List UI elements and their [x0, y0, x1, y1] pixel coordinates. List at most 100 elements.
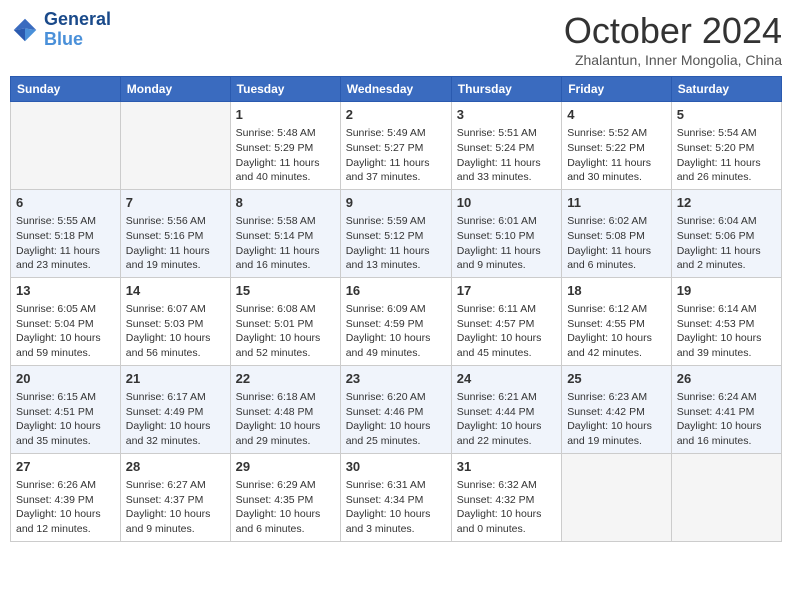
daylight-text: Daylight: 10 hours and 0 minutes. [457, 507, 556, 536]
sunrise-text: Sunrise: 6:26 AM [16, 478, 115, 493]
daylight-text: Daylight: 11 hours and 40 minutes. [236, 156, 335, 185]
daylight-text: Daylight: 10 hours and 32 minutes. [126, 419, 225, 448]
calendar-week-row: 1Sunrise: 5:48 AMSunset: 5:29 PMDaylight… [11, 102, 782, 190]
calendar-header-row: SundayMondayTuesdayWednesdayThursdayFrid… [11, 77, 782, 102]
sunrise-text: Sunrise: 5:52 AM [567, 126, 666, 141]
day-number: 1 [236, 106, 335, 124]
sunset-text: Sunset: 5:03 PM [126, 317, 225, 332]
calendar-cell: 11Sunrise: 6:02 AMSunset: 5:08 PMDayligh… [562, 189, 672, 277]
day-number: 31 [457, 458, 556, 476]
sunrise-text: Sunrise: 6:24 AM [677, 390, 776, 405]
day-number: 9 [346, 194, 446, 212]
daylight-text: Daylight: 10 hours and 42 minutes. [567, 331, 666, 360]
daylight-text: Daylight: 10 hours and 52 minutes. [236, 331, 335, 360]
sunrise-text: Sunrise: 6:01 AM [457, 214, 556, 229]
calendar-cell [562, 453, 672, 541]
sunset-text: Sunset: 5:14 PM [236, 229, 335, 244]
sunrise-text: Sunrise: 5:54 AM [677, 126, 776, 141]
calendar-cell: 29Sunrise: 6:29 AMSunset: 4:35 PMDayligh… [230, 453, 340, 541]
sunset-text: Sunset: 4:44 PM [457, 405, 556, 420]
sunrise-text: Sunrise: 6:02 AM [567, 214, 666, 229]
calendar-cell: 22Sunrise: 6:18 AMSunset: 4:48 PMDayligh… [230, 365, 340, 453]
sunset-text: Sunset: 4:55 PM [567, 317, 666, 332]
sunrise-text: Sunrise: 5:59 AM [346, 214, 446, 229]
daylight-text: Daylight: 11 hours and 19 minutes. [126, 244, 225, 273]
sunset-text: Sunset: 4:42 PM [567, 405, 666, 420]
daylight-text: Daylight: 10 hours and 39 minutes. [677, 331, 776, 360]
sunrise-text: Sunrise: 6:05 AM [16, 302, 115, 317]
calendar-cell: 24Sunrise: 6:21 AMSunset: 4:44 PMDayligh… [451, 365, 561, 453]
sunrise-text: Sunrise: 6:18 AM [236, 390, 335, 405]
location: Zhalantun, Inner Mongolia, China [564, 52, 782, 68]
sunrise-text: Sunrise: 5:55 AM [16, 214, 115, 229]
sunset-text: Sunset: 4:46 PM [346, 405, 446, 420]
day-number: 6 [16, 194, 115, 212]
daylight-text: Daylight: 10 hours and 35 minutes. [16, 419, 115, 448]
daylight-text: Daylight: 11 hours and 33 minutes. [457, 156, 556, 185]
sunrise-text: Sunrise: 6:12 AM [567, 302, 666, 317]
day-number: 18 [567, 282, 666, 300]
sunrise-text: Sunrise: 6:15 AM [16, 390, 115, 405]
header-sunday: Sunday [11, 77, 121, 102]
sunset-text: Sunset: 5:10 PM [457, 229, 556, 244]
daylight-text: Daylight: 10 hours and 19 minutes. [567, 419, 666, 448]
day-number: 21 [126, 370, 225, 388]
sunset-text: Sunset: 4:48 PM [236, 405, 335, 420]
calendar-week-row: 27Sunrise: 6:26 AMSunset: 4:39 PMDayligh… [11, 453, 782, 541]
sunset-text: Sunset: 5:29 PM [236, 141, 335, 156]
daylight-text: Daylight: 10 hours and 6 minutes. [236, 507, 335, 536]
header-friday: Friday [562, 77, 672, 102]
daylight-text: Daylight: 10 hours and 22 minutes. [457, 419, 556, 448]
daylight-text: Daylight: 11 hours and 16 minutes. [236, 244, 335, 273]
calendar-cell: 9 Sunrise: 5:59 AMSunset: 5:12 PMDaylight… [340, 189, 451, 277]
sunrise-text: Sunrise: 5:56 AM [126, 214, 225, 229]
sunset-text: Sunset: 4:34 PM [346, 493, 446, 508]
sunrise-text: Sunrise: 5:58 AM [236, 214, 335, 229]
daylight-text: Daylight: 11 hours and 30 minutes. [567, 156, 666, 185]
sunset-text: Sunset: 5:06 PM [677, 229, 776, 244]
calendar-cell: 7Sunrise: 5:56 AMSunset: 5:16 PMDaylight… [120, 189, 230, 277]
sunset-text: Sunset: 5:18 PM [16, 229, 115, 244]
day-number: 5 [677, 106, 776, 124]
daylight-text: Daylight: 10 hours and 49 minutes. [346, 331, 446, 360]
daylight-text: Daylight: 10 hours and 29 minutes. [236, 419, 335, 448]
logo-icon [10, 15, 40, 45]
day-number: 3 [457, 106, 556, 124]
sunrise-text: Sunrise: 6:14 AM [677, 302, 776, 317]
daylight-text: Daylight: 10 hours and 56 minutes. [126, 331, 225, 360]
sunrise-text: Sunrise: 6:08 AM [236, 302, 335, 317]
calendar-cell: 25Sunrise: 6:23 AMSunset: 4:42 PMDayligh… [562, 365, 672, 453]
logo-line2: Blue [44, 30, 111, 50]
logo: General Blue [10, 10, 111, 50]
calendar-cell: 10Sunrise: 6:01 AMSunset: 5:10 PMDayligh… [451, 189, 561, 277]
sunset-text: Sunset: 5:12 PM [346, 229, 446, 244]
day-number: 15 [236, 282, 335, 300]
page-header: General Blue October 2024 Zhalantun, Inn… [10, 10, 782, 68]
day-number: 2 [346, 106, 446, 124]
sunset-text: Sunset: 5:20 PM [677, 141, 776, 156]
day-number: 28 [126, 458, 225, 476]
day-number: 11 [567, 194, 666, 212]
daylight-text: Daylight: 11 hours and 13 minutes. [346, 244, 446, 273]
sunset-text: Sunset: 4:59 PM [346, 317, 446, 332]
calendar-cell: 21Sunrise: 6:17 AMSunset: 4:49 PMDayligh… [120, 365, 230, 453]
sunrise-text: Sunrise: 5:48 AM [236, 126, 335, 141]
day-number: 14 [126, 282, 225, 300]
daylight-text: Daylight: 10 hours and 59 minutes. [16, 331, 115, 360]
sunset-text: Sunset: 4:41 PM [677, 405, 776, 420]
calendar-cell: 6Sunrise: 5:55 AMSunset: 5:18 PMDaylight… [11, 189, 121, 277]
day-number: 26 [677, 370, 776, 388]
header-monday: Monday [120, 77, 230, 102]
sunset-text: Sunset: 4:32 PM [457, 493, 556, 508]
day-number: 27 [16, 458, 115, 476]
daylight-text: Daylight: 10 hours and 45 minutes. [457, 331, 556, 360]
calendar-cell: 15Sunrise: 6:08 AMSunset: 5:01 PMDayligh… [230, 277, 340, 365]
calendar-cell: 18 Sunrise: 6:12 AMSunset: 4:55 PMDayligh… [562, 277, 672, 365]
day-number: 30 [346, 458, 446, 476]
daylight-text: Daylight: 11 hours and 26 minutes. [677, 156, 776, 185]
sunrise-text: Sunrise: 6:32 AM [457, 478, 556, 493]
sunset-text: Sunset: 5:08 PM [567, 229, 666, 244]
daylight-text: Daylight: 10 hours and 16 minutes. [677, 419, 776, 448]
sunset-text: Sunset: 5:22 PM [567, 141, 666, 156]
sunset-text: Sunset: 4:57 PM [457, 317, 556, 332]
